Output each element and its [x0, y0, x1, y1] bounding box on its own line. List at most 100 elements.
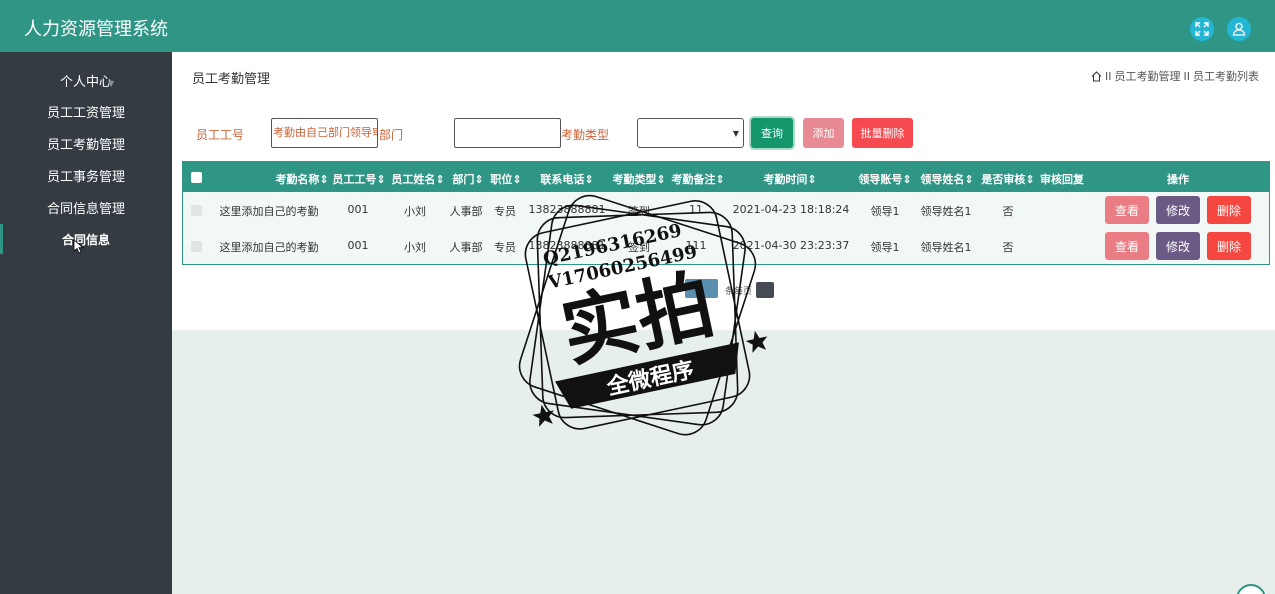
- chevron-down-icon: ▼: [116, 142, 123, 151]
- sort-icon: ⇕: [807, 173, 817, 186]
- attendance-type-select[interactable]: ▼: [637, 118, 744, 148]
- header-leader-name[interactable]: 领导姓名⇕: [920, 171, 973, 187]
- sidebar-item-contract[interactable]: 合同信息管理 ▼: [0, 198, 172, 222]
- sidebar-item-attendance[interactable]: 员工考勤管理 ▼: [0, 134, 172, 158]
- sidebar-item-label: 员工考勤管理: [46, 138, 125, 153]
- view-button[interactable]: 查看: [1105, 196, 1149, 224]
- header-name[interactable]: 考勤名称⇕: [275, 171, 328, 187]
- header-type[interactable]: 考勤类型⇕: [612, 171, 665, 187]
- cell-dept: 人事部: [449, 205, 483, 218]
- cell-note: 11: [689, 203, 703, 216]
- employee-no-input[interactable]: 考勤由自己部门领导审核: [271, 118, 378, 148]
- sidebar-subitem-contract-info[interactable]: 合同信息: [0, 228, 172, 252]
- star-icon: [532, 404, 555, 427]
- table-row: 这里添加自己的考勤 001 小刘 人事部 专员 13823888881 签到 1…: [183, 228, 1269, 264]
- batch-delete-button[interactable]: 批量删除: [852, 118, 913, 148]
- department-input[interactable]: [454, 118, 561, 148]
- breadcrumb-separator: II: [1183, 69, 1191, 83]
- cell-note: 111: [685, 239, 707, 252]
- sidebar-item-affairs[interactable]: 员工事务管理 ▼: [0, 166, 172, 190]
- row-checkbox[interactable]: [191, 241, 202, 252]
- scroll-top-icon[interactable]: [1236, 584, 1266, 594]
- header-note[interactable]: 考勤备注⇕: [671, 171, 724, 187]
- cell-phone: 13823888881: [528, 203, 606, 216]
- sort-icon: ⇕: [376, 173, 386, 186]
- chevron-down-icon: ▼: [116, 110, 123, 119]
- page-title: 员工考勤管理: [192, 72, 271, 87]
- sort-icon: ⇕: [656, 173, 666, 186]
- row-checkbox[interactable]: [191, 205, 202, 216]
- cell-leader-name: 领导姓名1: [920, 241, 972, 254]
- table-header: 考勤名称⇕ 员工工号⇕ 员工姓名⇕ 部门⇕ 职位⇕ 联系电话⇕ 考勤类型⇕ 考勤…: [183, 162, 1269, 192]
- header-emp-name[interactable]: 员工姓名⇕: [391, 171, 444, 187]
- cell-type: 签到: [628, 241, 650, 254]
- chevron-down-icon: ▼: [116, 174, 123, 183]
- header-position[interactable]: 职位⇕: [490, 171, 521, 187]
- pagination-page-size-select[interactable]: [756, 282, 774, 298]
- mouse-cursor-icon: [73, 239, 84, 254]
- pagination-per-page-label: 条每页: [725, 287, 753, 297]
- cell-reviewed: 否: [1002, 205, 1014, 218]
- sort-icon: ⇕: [964, 173, 974, 186]
- edit-button[interactable]: 修改: [1156, 232, 1200, 260]
- cell-time: 2021-04-30 23:23:37: [732, 239, 850, 252]
- cell-emp-name: 小刘: [404, 241, 426, 254]
- cell-leader-acc: 领导1: [870, 205, 900, 218]
- sidebar-item-salary[interactable]: 员工工资管理 ▼: [0, 102, 172, 126]
- add-button[interactable]: 添加: [803, 118, 844, 148]
- department-label: 部门: [379, 128, 404, 142]
- delete-button[interactable]: 删除: [1207, 232, 1251, 260]
- sidebar: 个人中心 ▼ 员工工资管理 ▼ 员工考勤管理 ▼ 员工事务管理 ▼ 合同信息管理…: [0, 52, 172, 594]
- chevron-down-icon: ▼: [116, 206, 123, 215]
- breadcrumb-level1[interactable]: 员工考勤管理: [1115, 68, 1181, 84]
- query-button[interactable]: 查询: [751, 118, 793, 148]
- sidebar-item-label: 员工事务管理: [46, 170, 125, 185]
- top-bar: 人力资源管理系统: [0, 0, 1275, 52]
- sidebar-item-label: 合同信息管理: [46, 202, 125, 217]
- app-title: 人力资源管理系统: [24, 19, 168, 40]
- header-time[interactable]: 考勤时间⇕: [763, 171, 816, 187]
- cell-time: 2021-04-23 18:18:24: [732, 203, 850, 216]
- cell-position: 专员: [494, 241, 516, 254]
- sort-icon: ⇕: [902, 173, 912, 186]
- cell-leader-acc: 领导1: [870, 241, 900, 254]
- header-dept[interactable]: 部门⇕: [452, 171, 483, 187]
- cell-dept: 人事部: [449, 241, 483, 254]
- sort-icon: ⇕: [435, 173, 445, 186]
- user-button[interactable]: [1227, 17, 1251, 41]
- cell-phone: 13823888881: [528, 239, 606, 252]
- sidebar-item-label: 员工工资管理: [46, 106, 125, 121]
- home-icon[interactable]: [1091, 70, 1102, 82]
- sidebar-item-label: 个人中心: [59, 75, 112, 90]
- header-phone[interactable]: 联系电话⇕: [540, 171, 593, 187]
- header-reviewed[interactable]: 是否审核⇕: [981, 171, 1034, 187]
- cell-emp-no: 001: [347, 239, 369, 252]
- watermark-banner: 全微程序: [604, 357, 696, 401]
- header-emp-no[interactable]: 员工工号⇕: [332, 171, 385, 187]
- cell-type: 签到: [628, 205, 650, 218]
- select-all-checkbox[interactable]: [191, 172, 202, 183]
- sidebar-item-personal-center[interactable]: 个人中心 ▼: [0, 71, 172, 95]
- sort-icon: ⇕: [584, 173, 594, 186]
- header-leader-acc[interactable]: 领导账号⇕: [858, 171, 911, 187]
- sort-icon: ⇕: [319, 173, 329, 186]
- pagination-current-page[interactable]: [685, 279, 718, 298]
- breadcrumb-level2: 员工考勤列表: [1193, 70, 1259, 83]
- header-actions: 操作: [1167, 173, 1189, 186]
- table-row: 这里添加自己的考勤 001 小刘 人事部 专员 13823888881 签到 1…: [183, 192, 1269, 228]
- cell-position: 专员: [494, 205, 516, 218]
- sort-icon: ⇕: [474, 173, 484, 186]
- view-button[interactable]: 查看: [1105, 232, 1149, 260]
- star-icon: [745, 330, 768, 353]
- user-icon: [1232, 22, 1246, 36]
- breadcrumb: II 员工考勤管理 II 员工考勤列表: [1091, 68, 1259, 84]
- sort-icon: ⇕: [715, 173, 725, 186]
- cell-emp-name: 小刘: [404, 205, 426, 218]
- attendance-table: 考勤名称⇕ 员工工号⇕ 员工姓名⇕ 部门⇕ 职位⇕ 联系电话⇕ 考勤类型⇕ 考勤…: [182, 161, 1270, 265]
- edit-button[interactable]: 修改: [1156, 196, 1200, 224]
- fullscreen-button[interactable]: [1190, 17, 1214, 41]
- delete-button[interactable]: 删除: [1207, 196, 1251, 224]
- sort-icon: ⇕: [512, 173, 522, 186]
- sidebar-item-label: 合同信息: [61, 233, 110, 247]
- breadcrumb-separator: II: [1105, 69, 1112, 83]
